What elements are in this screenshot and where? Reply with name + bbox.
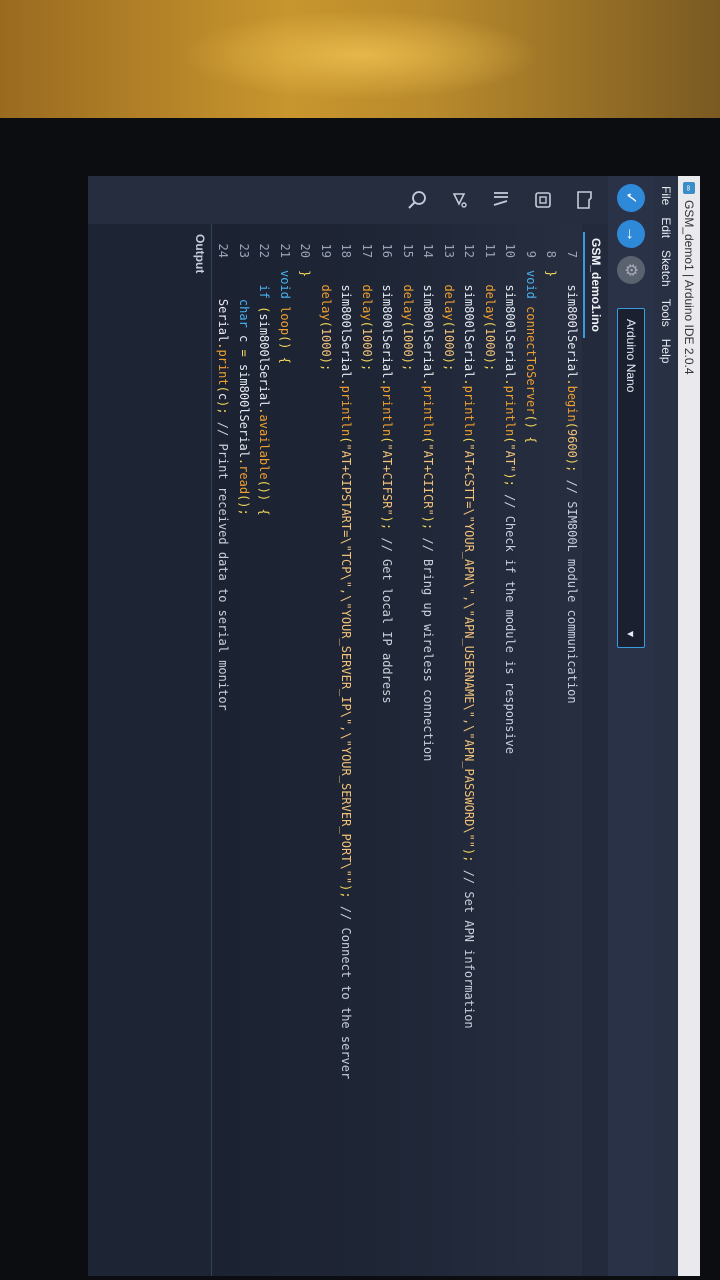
line-number: 17	[360, 243, 374, 258]
line-number: 7	[565, 250, 579, 258]
library-icon[interactable]	[488, 187, 514, 213]
line-code: delay(1000);	[401, 284, 415, 372]
code-line: 19 delay(1000);	[316, 224, 337, 1276]
line-code: char c = sim800lSerial.read();	[237, 298, 251, 516]
line-code: void connectToServer() {	[524, 270, 538, 444]
code-line: 21 void loop() {	[275, 224, 296, 1276]
line-code: void loop() {	[278, 270, 292, 364]
line-number: 18	[339, 243, 354, 258]
line-number: 15	[401, 243, 415, 258]
upload-button[interactable]: →	[617, 220, 645, 248]
output-title: Output	[193, 234, 207, 274]
left-sidebar	[88, 176, 608, 224]
line-number: 8	[544, 250, 559, 258]
code-line: 8}	[541, 224, 562, 1276]
code-line: 23 char c = sim800lSerial.read();	[234, 224, 255, 1276]
line-code: delay(1000);	[319, 284, 333, 372]
line-code: sim800lSerial.println("AT+CSTT=\"YOUR_AP…	[462, 284, 477, 1029]
menu-help[interactable]: Help	[659, 339, 673, 364]
line-number: 21	[278, 243, 292, 258]
line-code: sim800lSerial.begin(9600); // SIM800L mo…	[565, 284, 579, 704]
code-line: 18 sim800lSerial.println("AT+CIPSTART=\"…	[336, 224, 357, 1276]
editor-tab-bar: GSM_demo1.ino	[582, 224, 608, 1276]
code-line: 22 if (sim800lSerial.available()) {	[254, 224, 275, 1276]
board-select[interactable]: Arduino Nano ▾	[617, 308, 645, 648]
line-code: delay(1000);	[360, 284, 374, 372]
line-number: 16	[380, 243, 395, 258]
line-code: }	[298, 270, 313, 278]
code-line: 17 delay(1000);	[357, 224, 378, 1276]
line-number: 14	[421, 243, 436, 258]
line-number: 24	[216, 243, 231, 258]
arrow-right-icon: →	[623, 226, 640, 242]
line-number: 23	[237, 243, 251, 258]
line-number: 19	[319, 243, 333, 258]
ide-screen: ∞ GSM_demo1 | Arduino IDE 2.0.4 File Edi…	[88, 176, 700, 1276]
code-line: 24 Serial.print(c); // Print received da…	[213, 224, 234, 1276]
line-code: sim800lSerial.println("AT+CIPSTART=\"TCP…	[339, 284, 354, 1080]
check-icon: ✓	[622, 191, 639, 205]
code-editor[interactable]: 7 sim800lSerial.begin(9600); // SIM800L …	[176, 224, 583, 1276]
code-line: 15 delay(1000);	[398, 224, 419, 1276]
toolbar: ✓ → ⚙ Arduino Nano ▾	[608, 176, 654, 1276]
menu-tools[interactable]: Tools	[659, 299, 673, 327]
line-code: sim800lSerial.println("AT"); // Check if…	[503, 284, 518, 755]
code-line: 14 sim800lSerial.println("AT+CIICR"); //…	[418, 224, 439, 1276]
line-number: 22	[257, 243, 272, 258]
code-line: 12 sim800lSerial.println("AT+CSTT=\"YOUR…	[459, 224, 480, 1276]
board-select-value: Arduino Nano	[624, 319, 638, 393]
menu-file[interactable]: File	[659, 186, 673, 205]
line-number: 12	[462, 243, 477, 258]
code-line: 13 delay(1000);	[439, 224, 460, 1276]
boards-manager-icon[interactable]	[530, 187, 556, 213]
line-number: 10	[503, 243, 518, 258]
line-number: 9	[524, 250, 538, 258]
menu-sketch[interactable]: Sketch	[659, 250, 673, 287]
arduino-icon: ∞	[683, 182, 695, 194]
line-code: sim800lSerial.println("AT+CIICR"); // Br…	[421, 284, 436, 762]
menu-bar: File Edit Sketch Tools Help	[654, 176, 678, 1276]
line-number: 13	[442, 243, 456, 258]
output-panel: Output	[88, 224, 212, 1276]
line-number: 11	[483, 243, 497, 258]
line-code: delay(1000);	[483, 284, 497, 372]
line-number: 20	[298, 243, 313, 258]
menu-edit[interactable]: Edit	[659, 217, 673, 238]
code-line: 9 void connectToServer() {	[521, 224, 542, 1276]
code-line: 20}	[295, 224, 316, 1276]
line-code: Serial.print(c); // Print received data …	[216, 298, 231, 711]
debug-icon[interactable]	[446, 187, 472, 213]
tab-gsm-demo1[interactable]: GSM_demo1.ino	[583, 232, 607, 339]
line-code: sim800lSerial.println("AT+CIFSR"); // Ge…	[380, 284, 395, 704]
verify-button[interactable]: ✓	[617, 184, 645, 212]
search-icon[interactable]	[404, 187, 430, 213]
debug-icon: ⚙	[622, 262, 639, 278]
chevron-down-icon: ▾	[624, 630, 638, 637]
window-title: GSM_demo1 | Arduino IDE 2.0.4	[682, 200, 696, 375]
code-line: 7 sim800lSerial.begin(9600); // SIM800L …	[562, 224, 583, 1276]
background-photo	[0, 0, 720, 118]
line-code: delay(1000);	[442, 284, 456, 372]
title-bar: ∞ GSM_demo1 | Arduino IDE 2.0.4	[678, 176, 700, 1276]
line-code: if (sim800lSerial.available()) {	[257, 284, 272, 516]
folder-icon[interactable]	[572, 187, 598, 213]
code-line: 10 sim800lSerial.println("AT"); // Check…	[500, 224, 521, 1276]
code-line: 11 delay(1000);	[480, 224, 501, 1276]
debug-button[interactable]: ⚙	[617, 256, 645, 284]
code-line: 16 sim800lSerial.println("AT+CIFSR"); //…	[377, 224, 398, 1276]
line-code: }	[544, 270, 559, 278]
